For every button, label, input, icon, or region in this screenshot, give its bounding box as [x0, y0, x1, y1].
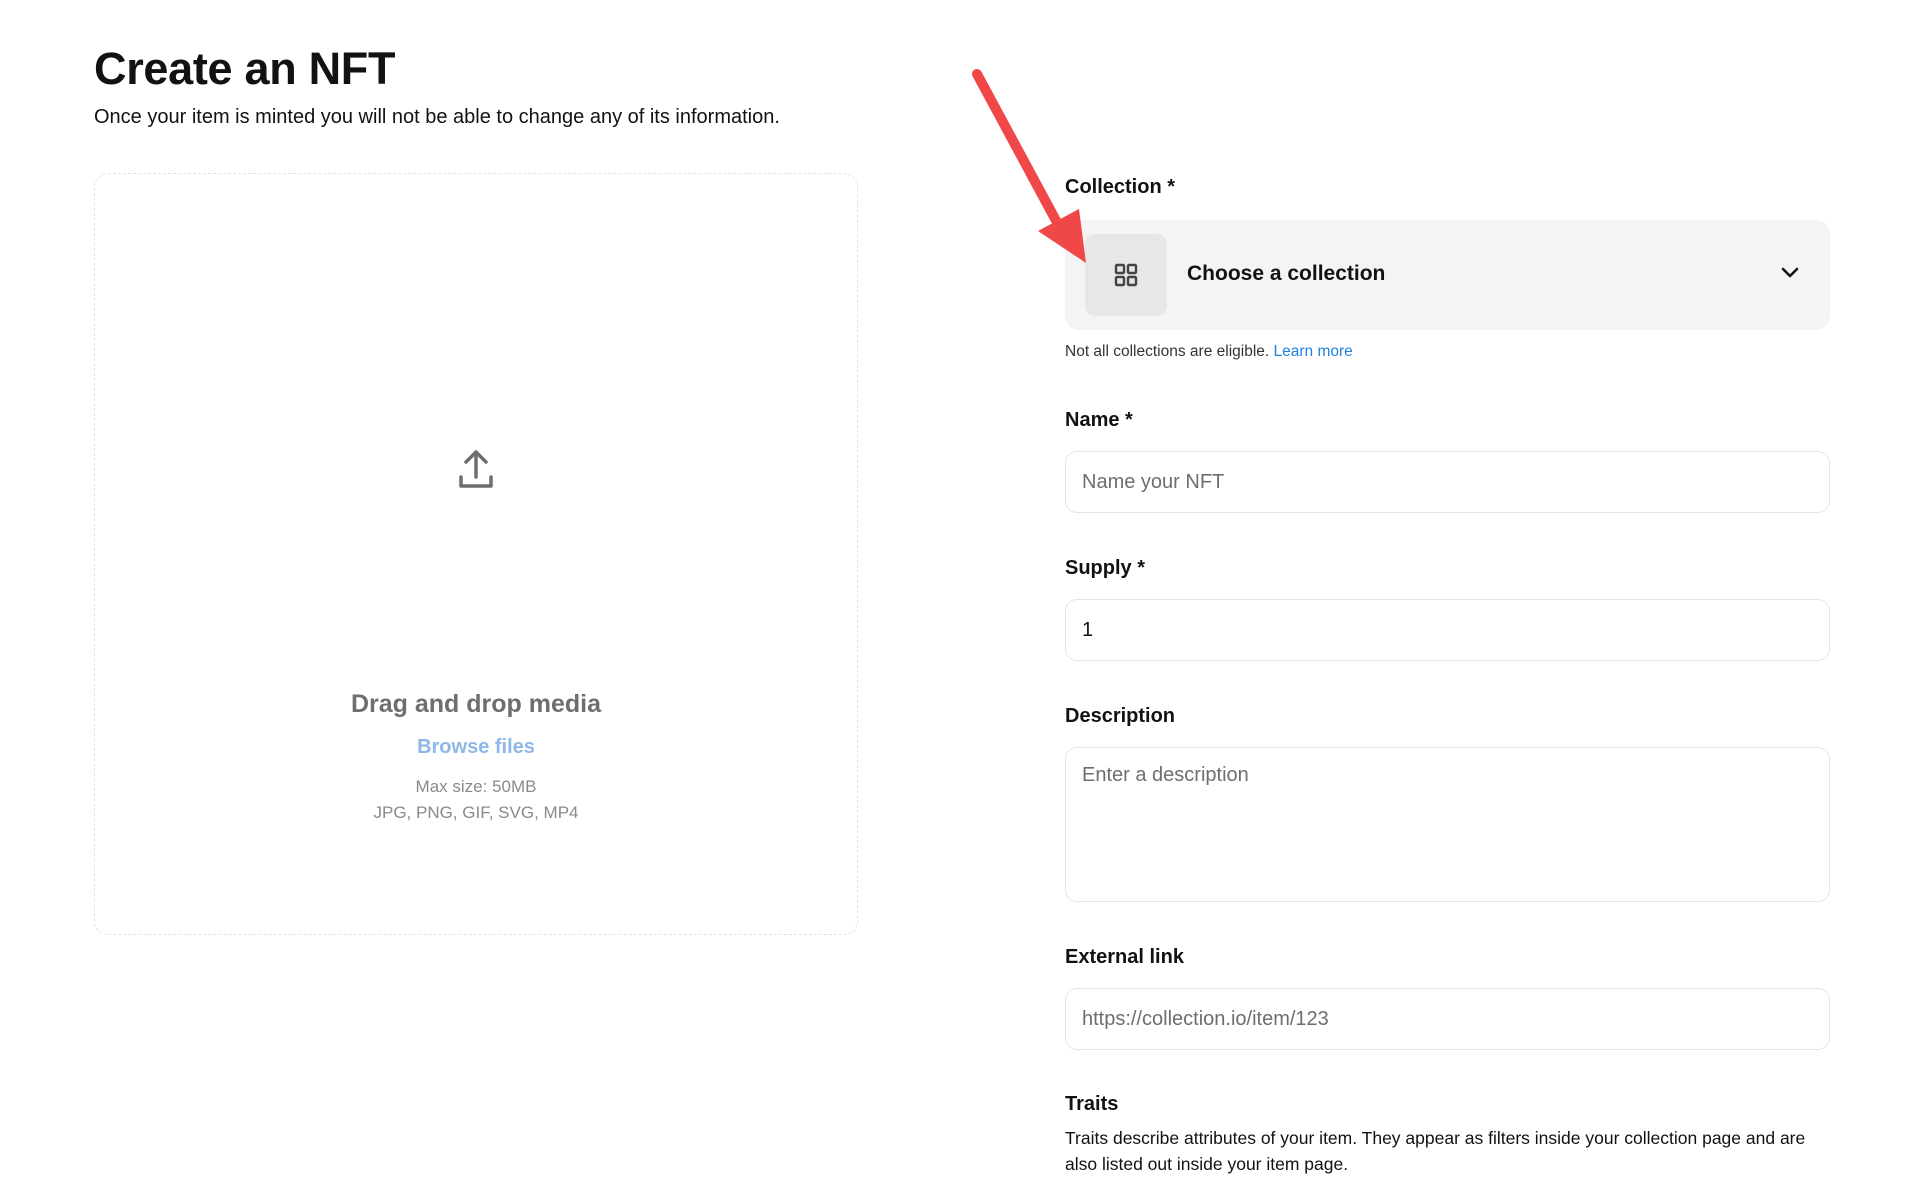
dropzone-title: Drag and drop media	[350, 690, 602, 718]
name-input[interactable]	[1065, 451, 1830, 513]
supply-label: Supply *	[1065, 557, 1146, 579]
file-formats-note: JPG, PNG, GIF, SVG, MP4	[373, 803, 579, 822]
name-label: Name *	[1065, 409, 1133, 431]
external-link-label: External link	[1065, 946, 1184, 968]
traits-description: Traits describe attributes of your item.…	[1065, 1128, 1806, 1174]
page-title: Create an NFT	[94, 43, 396, 94]
collection-select-placeholder: Choose a collection	[1187, 262, 1386, 285]
collection-helper: Not all collections are eligible. Learn …	[1065, 343, 1353, 361]
annotation-arrow-icon	[972, 69, 1086, 263]
description-textarea[interactable]	[1065, 747, 1830, 902]
max-size-note: Max size: 50MB	[415, 777, 537, 796]
traits-label: Traits	[1065, 1093, 1119, 1115]
collection-helper-text: Not all collections are eligible.	[1065, 343, 1270, 360]
learn-more-link[interactable]: Learn more	[1274, 343, 1353, 360]
media-dropzone[interactable]: Drag and drop media Browse files Max siz…	[94, 173, 858, 935]
supply-input[interactable]	[1065, 599, 1830, 661]
create-nft-page: Create an NFT Once your item is minted y…	[0, 0, 1920, 1177]
chevron-down-icon	[1781, 267, 1799, 278]
description-label: Description	[1065, 705, 1176, 727]
grid-icon	[1114, 263, 1138, 287]
page-subtitle: Once your item is minted you will not be…	[94, 106, 780, 128]
external-link-input[interactable]	[1065, 988, 1830, 1050]
upload-icon	[459, 450, 493, 488]
collection-select[interactable]: Choose a collection	[1065, 220, 1830, 330]
browse-files-link[interactable]: Browse files	[95, 736, 857, 759]
